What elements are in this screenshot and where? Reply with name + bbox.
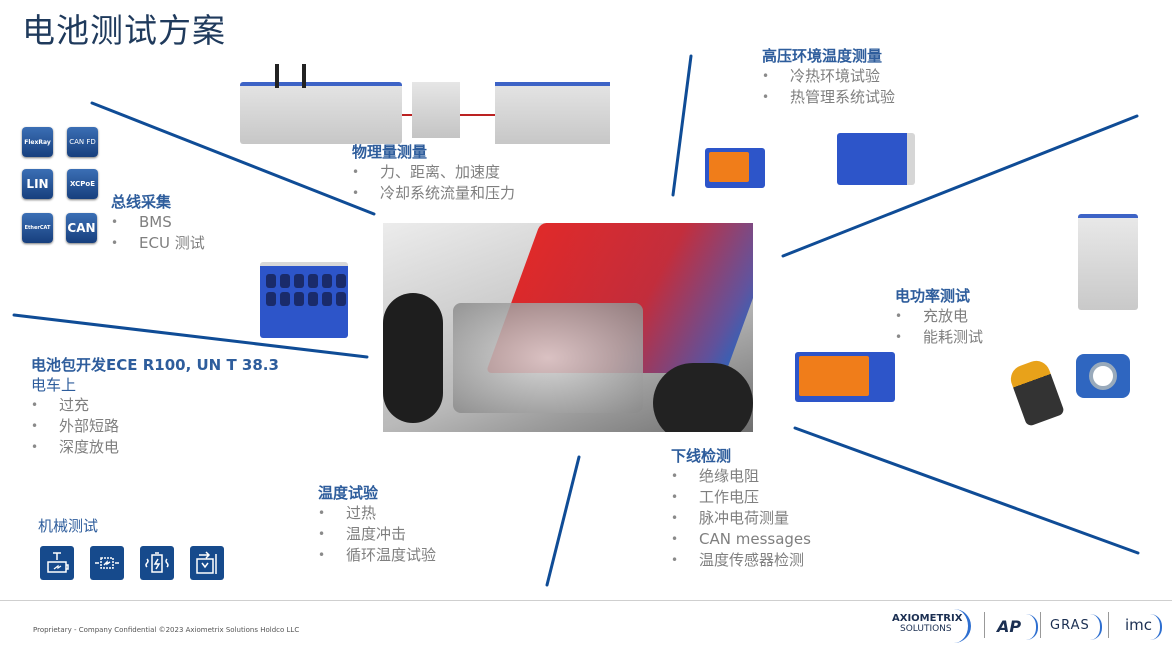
ap-logo: AP (997, 617, 1022, 636)
lin-icon: LIN (22, 169, 53, 199)
axiometrix-logo: AXIOMETRIX SOLUTIONS (892, 609, 976, 643)
daq-system-image (240, 64, 610, 144)
connector-line-temp (545, 455, 581, 587)
power-bullet: 充放电 (895, 306, 983, 327)
temp-heading: 温度试验 (318, 484, 379, 502)
section-hv-temp: 高压环境温度测量 冷热环境试验热管理系统试验 (762, 46, 895, 108)
eol-bullet: 脉冲电荷测量 (671, 508, 811, 529)
can-icon: CAN (66, 213, 97, 243)
logo-separator (1108, 612, 1109, 638)
section-temp: 温度试验 过热温度冲击循环温度试验 (318, 483, 436, 566)
gras-logo: GRAS (1050, 618, 1090, 633)
physical-heading: 物理量测量 (352, 143, 428, 161)
canfd-icon: CAN FD (67, 127, 98, 157)
physical-bullet: 冷却系统流量和压力 (352, 183, 515, 204)
penetration-test-icon (190, 546, 224, 580)
section-pack: 电池包开发ECE R100, UN T 38.3 电车上 过充外部短路深度放电 (31, 355, 279, 458)
hv-temp-bullet: 冷热环境试验 (762, 66, 895, 87)
compression-test-icon (90, 546, 124, 580)
eol-bullet: 温度传感器检测 (671, 550, 811, 571)
voltage-module-image (1078, 214, 1138, 310)
physical-bullet: 力、距离、加速度 (352, 162, 515, 183)
hv-temp-bullet: 热管理系统试验 (762, 87, 895, 108)
vibration-test-icon (140, 546, 174, 580)
pack-subheading: 电车上 (31, 376, 77, 394)
temp-bullet: 温度冲击 (318, 524, 436, 545)
bus-bullet: BMS (111, 212, 205, 233)
xcpoe-icon: XCPoE (67, 169, 98, 199)
thermo-module-image (705, 148, 765, 188)
power-bullet: 能耗测试 (895, 327, 983, 348)
current-sensor-image (1076, 354, 1130, 398)
mech-icon-row (40, 546, 224, 580)
pack-bullet: 外部短路 (31, 416, 279, 437)
connector-line-eol (793, 426, 1140, 555)
fiber-module-image (837, 133, 915, 185)
power-heading: 电功率测试 (895, 287, 971, 305)
connector-line-hv (671, 54, 693, 197)
power-module-image (795, 352, 895, 402)
eol-bullet: 工作电压 (671, 487, 811, 508)
eol-bullet: CAN messages (671, 529, 811, 550)
ethercat-icon: EtherCAT (22, 213, 53, 243)
section-power: 电功率测试 充放电能耗测试 (895, 286, 983, 348)
mech-heading: 机械测试 (38, 517, 99, 535)
pack-bullet: 过充 (31, 395, 279, 416)
can-module-image (260, 262, 348, 338)
pack-heading: 电池包开发ECE R100, UN T 38.3 (31, 356, 279, 374)
flexray-icon: FlexRay (22, 127, 53, 157)
hv-temp-heading: 高压环境温度测量 (762, 47, 883, 65)
temp-bullet: 循环温度试验 (318, 545, 436, 566)
temp-bullet: 过热 (318, 503, 436, 524)
footer-divider (0, 600, 1172, 601)
section-bus: 总线采集 BMSECU 测试 (111, 192, 205, 254)
logo-separator (1040, 612, 1041, 638)
pack-bullet: 深度放电 (31, 437, 279, 458)
eol-bullet: 绝缘电阻 (671, 466, 811, 487)
bus-heading: 总线采集 (111, 193, 172, 211)
logo-separator (984, 612, 985, 638)
ev-chassis-image (383, 223, 753, 432)
copyright-text: Proprietary - Company Confidential ©2023… (33, 626, 300, 634)
crush-test-icon (40, 546, 74, 580)
section-physical: 物理量测量 力、距离、加速度冷却系统流量和压力 (352, 142, 515, 204)
section-eol: 下线检测 绝缘电阻 工作电压 脉冲电荷测量 CAN messages 温度传感器… (671, 446, 811, 571)
imc-logo: imc (1125, 616, 1153, 634)
eol-heading: 下线检测 (671, 447, 732, 465)
bus-bullet: ECU 测试 (111, 233, 205, 254)
